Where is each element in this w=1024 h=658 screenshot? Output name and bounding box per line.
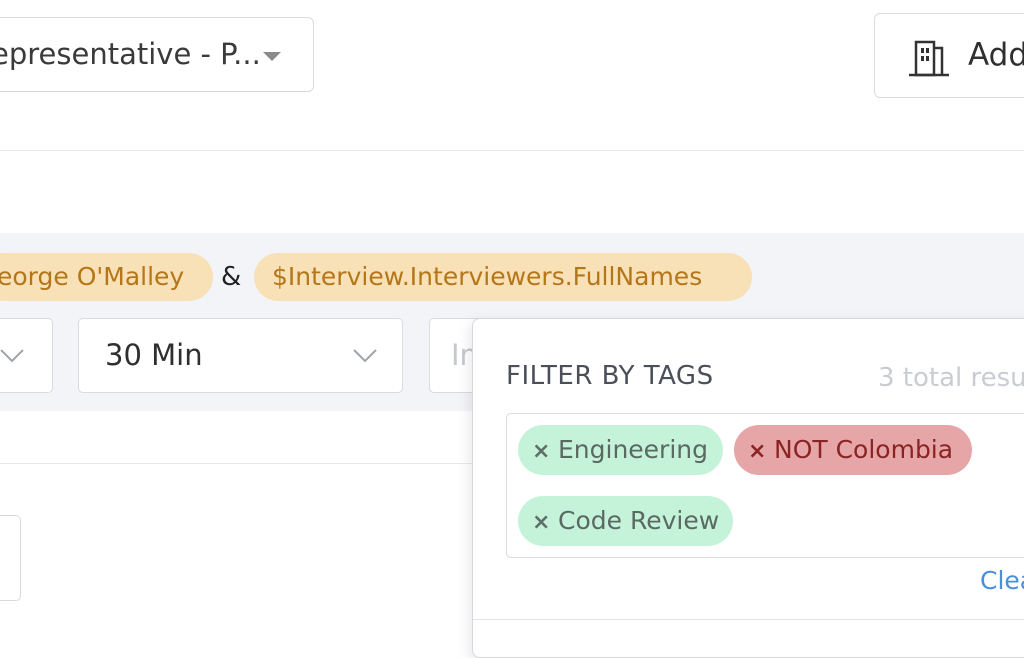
close-icon[interactable]: ×: [532, 498, 558, 548]
tag-input-area[interactable]: × Engineering × NOT Colombia × Code Review: [506, 413, 1024, 558]
duration-select-value: 30 Min: [105, 338, 203, 372]
divider: [473, 619, 1024, 620]
tag-chip-not-colombia[interactable]: × NOT Colombia: [734, 425, 972, 475]
close-icon[interactable]: ×: [532, 427, 558, 477]
tag-chip-label: NOT Colombia: [774, 435, 954, 464]
add-button-label: Add: [968, 37, 1024, 73]
building-icon: [909, 40, 949, 77]
tag-chip-engineering[interactable]: × Engineering: [518, 425, 723, 475]
tag-separator: &: [221, 262, 242, 292]
popover-title: FILTER BY TAGS: [506, 361, 714, 391]
add-button[interactable]: Add: [874, 13, 1024, 98]
side-box[interactable]: [0, 515, 21, 601]
role-select-value: epresentative - P...: [0, 37, 261, 71]
chevron-down-icon: [353, 349, 377, 363]
role-select[interactable]: epresentative - P...: [0, 17, 314, 92]
tag-chip-label: Code Review: [558, 506, 720, 535]
name-tag[interactable]: eorge O'Malley: [0, 253, 213, 301]
variable-tag[interactable]: $Interview.Interviewers.FullNames: [254, 253, 752, 301]
close-icon[interactable]: ×: [748, 427, 774, 477]
divider: [0, 150, 1024, 151]
tag-chip-code-review[interactable]: × Code Review: [518, 496, 733, 546]
result-count: 3 total resu: [878, 363, 1024, 393]
clear-link[interactable]: Clea: [980, 566, 1024, 595]
first-select[interactable]: [0, 318, 53, 393]
tag-chip-label: Engineering: [558, 435, 708, 464]
filter-by-tags-popover: FILTER BY TAGS 3 total resu × Engineering…: [472, 318, 1024, 658]
caret-down-icon: [263, 52, 281, 61]
duration-select[interactable]: 30 Min: [78, 318, 403, 393]
chevron-down-icon: [0, 349, 24, 363]
divider: [0, 463, 472, 464]
